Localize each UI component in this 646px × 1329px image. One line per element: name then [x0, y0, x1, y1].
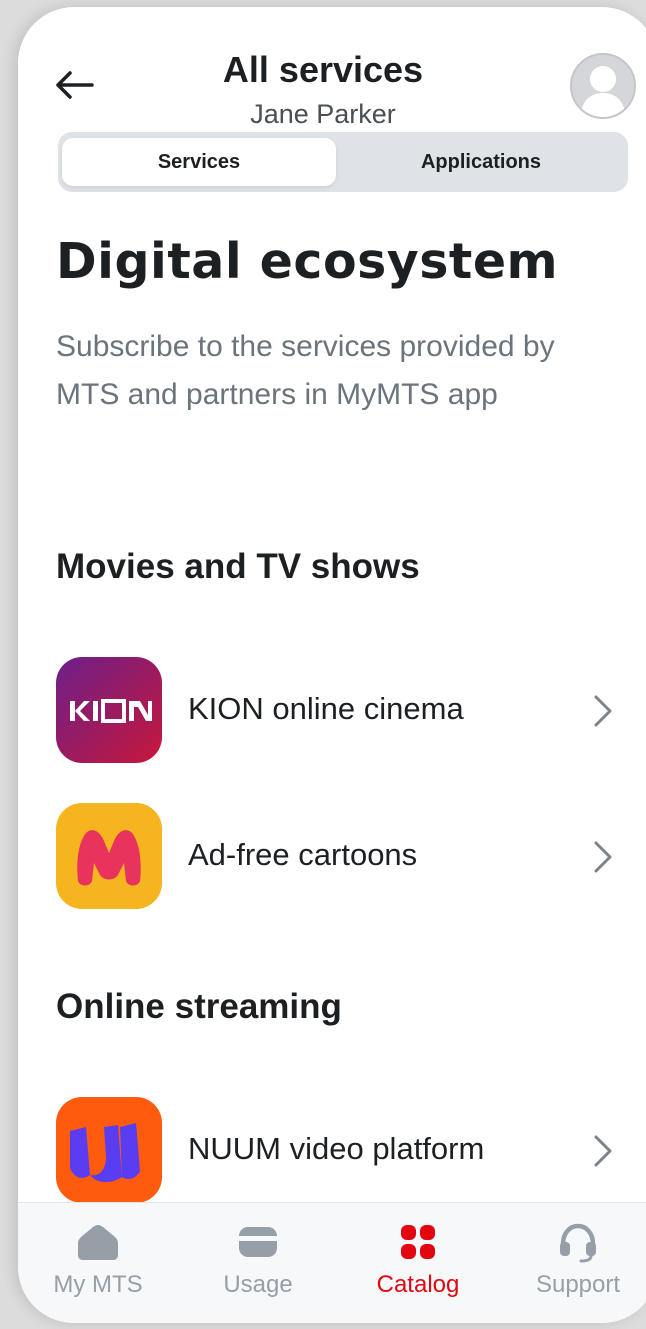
nav-catalog[interactable]: Catalog [338, 1203, 498, 1323]
nav-usage[interactable]: Usage [178, 1203, 338, 1323]
catalog-grid-icon [401, 1225, 435, 1259]
chevron-right-icon [594, 1135, 612, 1167]
service-row-nuum[interactable]: NUUM video platform [18, 1097, 646, 1207]
user-avatar-icon [572, 55, 634, 117]
bottom-navigation: My MTS Usage Catalog Support [18, 1202, 646, 1323]
tab-applications[interactable]: Applications [338, 138, 624, 186]
section-description: Subscribe to the services provided by MT… [56, 330, 555, 411]
wallet-icon [239, 1227, 277, 1257]
service-row-kion[interactable]: KION online cinema [18, 657, 646, 767]
section-heading: Digital ecosystem [56, 233, 559, 290]
phone-screen: All services Jane Parker Services Applic… [18, 7, 646, 1323]
nav-support[interactable]: Support [498, 1203, 646, 1323]
home-icon [78, 1225, 118, 1260]
nuum-logo-icon [56, 1097, 162, 1203]
service-label: Ad-free cartoons [188, 837, 418, 872]
service-label: KION online cinema [188, 691, 464, 726]
chevron-right-icon [594, 841, 612, 873]
service-row-cartoons[interactable]: Ad-free cartoons [18, 803, 646, 913]
chevron-right-icon [594, 695, 612, 727]
account-name: Jane Parker [250, 99, 396, 129]
category-title-streaming: Online streaming [56, 987, 342, 1026]
headset-icon [560, 1223, 596, 1263]
tab-services[interactable]: Services [62, 138, 336, 186]
nav-label: Catalog [376, 1271, 460, 1298]
page-title: All services [222, 49, 424, 90]
kion-logo-icon [56, 657, 162, 763]
service-label: NUUM video platform [188, 1131, 485, 1166]
avatar[interactable] [570, 53, 636, 119]
m-cartoons-logo-icon [56, 803, 162, 909]
nav-label: My MTS [53, 1271, 143, 1298]
nav-label: Usage [223, 1271, 293, 1298]
services-applications-switch: Services Applications [58, 132, 628, 192]
header: All services Jane Parker [18, 7, 646, 137]
category-title-movies: Movies and TV shows [56, 547, 420, 586]
nav-label: Support [535, 1271, 621, 1298]
nav-my-mts[interactable]: My MTS [18, 1203, 178, 1323]
